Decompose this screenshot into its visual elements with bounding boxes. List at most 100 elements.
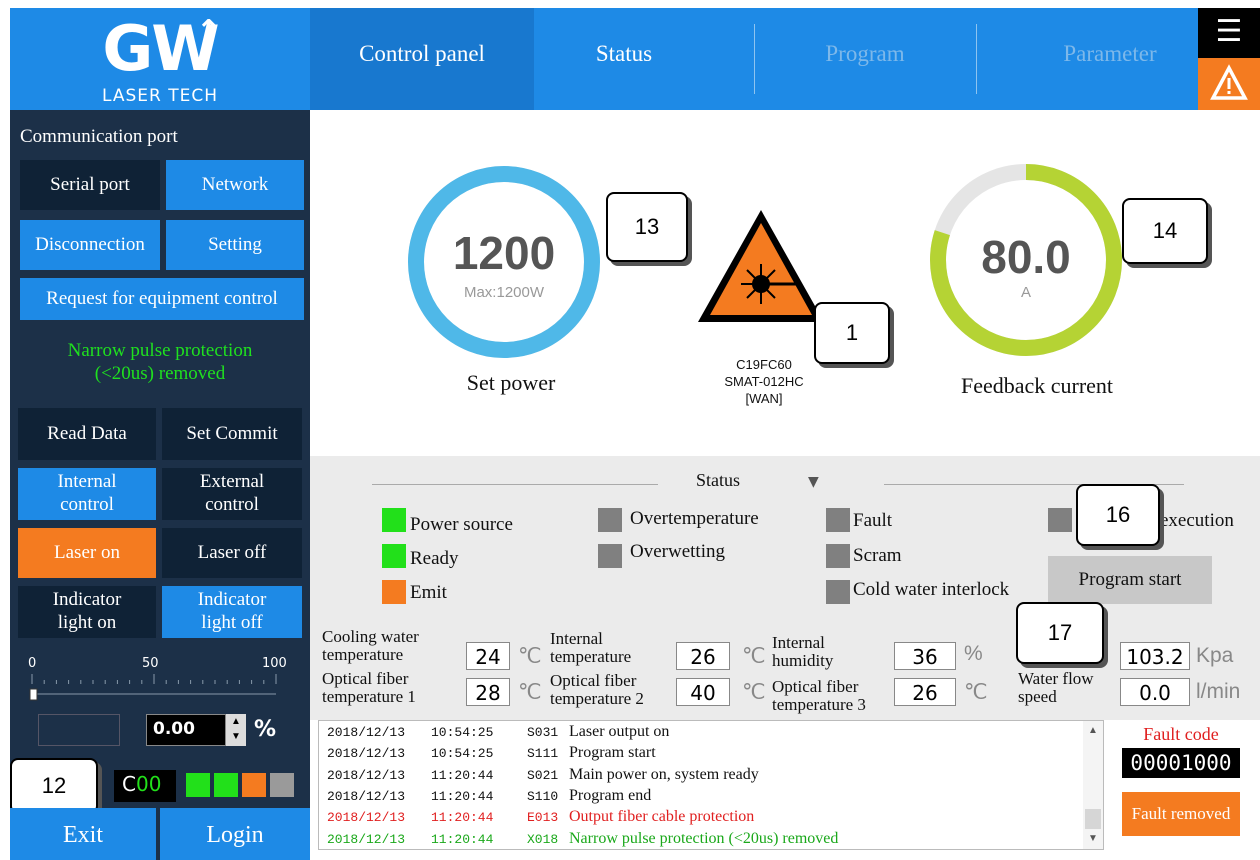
callout-16: 16 <box>1076 484 1160 546</box>
fiber-temp-3-label: Optical fiber temperature 3 <box>772 677 866 714</box>
power-source-indicator <box>382 508 406 532</box>
spin-up-icon[interactable]: ▲ <box>226 714 246 729</box>
read-data-button[interactable]: Read Data <box>18 408 156 460</box>
slider-thumb[interactable] <box>29 688 38 701</box>
sidebar: Communication port Serial port Network D… <box>10 110 310 860</box>
fiber-temp-1-value: 28 <box>466 678 510 706</box>
chevron-down-icon[interactable]: ▼ <box>808 474 819 490</box>
fault-code-label: Fault code <box>1143 724 1219 744</box>
log-row: 2018/12/13 11:20:44 X018 Narrow pulse prote… <box>327 830 838 848</box>
feedback-current-value: 80.0 <box>981 231 1071 283</box>
login-button[interactable]: Login <box>160 808 310 860</box>
spin-down-icon[interactable]: ▼ <box>226 729 246 744</box>
laser-on-button[interactable]: Laser on <box>18 528 156 578</box>
exit-button[interactable]: Exit <box>10 808 156 860</box>
callout-17: 17 <box>1016 602 1104 664</box>
fiber-temp-1-label: Optical fiber temperature 1 <box>322 669 416 706</box>
tab-control-panel[interactable]: Control panel <box>310 8 534 110</box>
button-label: Internal <box>57 471 117 493</box>
top-navigation: Control panel Status Program Parameter <box>310 8 1200 110</box>
callout-1: 1 <box>814 302 890 364</box>
overtemperature-label: Overtemperature <box>630 508 759 529</box>
scram-indicator <box>826 544 850 568</box>
scroll-up-icon[interactable]: ▲ <box>1088 725 1098 736</box>
internal-control-button[interactable]: Internal control <box>18 468 156 520</box>
celsius-unit: ℃ <box>742 645 766 668</box>
communication-port-label: Communication port <box>20 126 178 147</box>
set-commit-button[interactable]: Set Commit <box>162 408 302 460</box>
log-time: 10:54:25 <box>431 725 494 740</box>
internal-temp-label: Internal temperature <box>550 629 632 666</box>
laser-off-button[interactable]: Laser off <box>162 528 302 578</box>
narrow-pulse-notice: Narrow pulse protection (<20us) removed <box>10 340 310 386</box>
scroll-thumb[interactable] <box>1085 809 1101 829</box>
serial-port-button[interactable]: Serial port <box>20 160 160 210</box>
disconnection-button[interactable]: Disconnection <box>20 220 160 270</box>
laser-hazard-icon <box>698 210 824 322</box>
cold-water-interlock-indicator <box>826 580 850 604</box>
water-flow-speed-label: Water flow speed <box>1018 669 1094 706</box>
log-msg: Main power on, system ready <box>569 765 759 783</box>
event-log[interactable]: 2018/12/13 10:54:25 S031 Laser output on 201… <box>318 720 1104 850</box>
tab-status[interactable]: Status <box>534 8 714 110</box>
log-row: 2018/12/13 10:54:25 S111 Program start <box>327 744 656 762</box>
log-msg: Output fiber cable protection <box>569 808 755 826</box>
log-code: S111 <box>527 746 559 762</box>
log-time: 11:20:44 <box>431 767 494 783</box>
log-scrollbar[interactable]: ▲ ▼ <box>1083 721 1103 849</box>
set-power-max: Max:1200W <box>463 284 545 301</box>
button-label: Indicator <box>197 589 267 611</box>
log-time: 10:54:25 <box>431 746 494 762</box>
fault-removed-button[interactable]: Fault removed <box>1122 792 1240 836</box>
celsius-unit: ℃ <box>742 681 766 704</box>
percent-unit: % <box>254 717 277 742</box>
slider-tick-label: 0 <box>28 656 37 671</box>
ready-indicator <box>382 544 406 568</box>
feedback-current-unit: A <box>1020 284 1031 301</box>
set-power-title: Set power <box>466 370 556 395</box>
log-code: S110 <box>527 788 559 804</box>
callout-13: 13 <box>606 192 688 262</box>
log-msg: Program end <box>569 786 652 804</box>
status-indicator-light <box>186 773 210 797</box>
log-row: 2018/12/13 11:20:44 S021 Main power on, sys… <box>327 766 759 784</box>
fault-indicator <box>826 508 850 532</box>
list-menu-button[interactable]: ☰ <box>1198 8 1260 58</box>
spin-arrows[interactable]: ▲ ▼ <box>226 714 246 746</box>
log-code: S031 <box>527 725 559 740</box>
slider-tick-label: 100 <box>262 656 287 671</box>
status-title: Status <box>696 470 741 490</box>
button-label: Indicator <box>52 589 122 611</box>
percent-unit: % <box>964 642 983 665</box>
log-date: 2018/12/13 <box>327 831 406 847</box>
cold-water-interlock-label: Cold water interlock <box>853 579 1010 600</box>
channel-code: C00 <box>114 770 176 802</box>
alarm-button[interactable] <box>1198 58 1260 110</box>
tab-program[interactable]: Program <box>754 8 976 110</box>
emit-indicator <box>382 580 406 604</box>
indicator-light-on-button[interactable]: Indicator light on <box>18 586 156 638</box>
program-start-button[interactable]: Program start <box>1048 556 1212 604</box>
request-control-button[interactable]: Request for equipment control <box>20 278 304 320</box>
model-code-line: [WAN] <box>745 391 783 406</box>
log-date: 2018/12/13 <box>327 767 406 783</box>
overwetting-label: Overwetting <box>630 541 725 562</box>
status-indicator-light <box>270 773 294 797</box>
model-code-line: SMAT-012HC <box>724 374 804 389</box>
execution-indicator <box>1048 508 1072 532</box>
indicator-light-off-button[interactable]: Indicator light off <box>162 586 302 638</box>
notice-line: (<20us) removed <box>94 362 226 384</box>
power-percent-input[interactable]: 0.00 <box>146 714 226 746</box>
setting-button[interactable]: Setting <box>166 220 304 270</box>
divider <box>372 484 658 485</box>
scroll-down-icon[interactable]: ▼ <box>1088 833 1098 844</box>
emit-label: Emit <box>410 582 447 603</box>
network-button[interactable]: Network <box>166 160 304 210</box>
overwetting-indicator <box>598 544 622 568</box>
external-control-button[interactable]: External control <box>162 468 302 520</box>
power-slider[interactable] <box>10 672 310 712</box>
log-msg: Narrow pulse protection (<20us) removed <box>569 829 839 847</box>
warning-triangle-icon <box>1210 64 1248 100</box>
button-label: control <box>60 494 114 515</box>
model-code-line: C19FC60 <box>736 357 792 372</box>
